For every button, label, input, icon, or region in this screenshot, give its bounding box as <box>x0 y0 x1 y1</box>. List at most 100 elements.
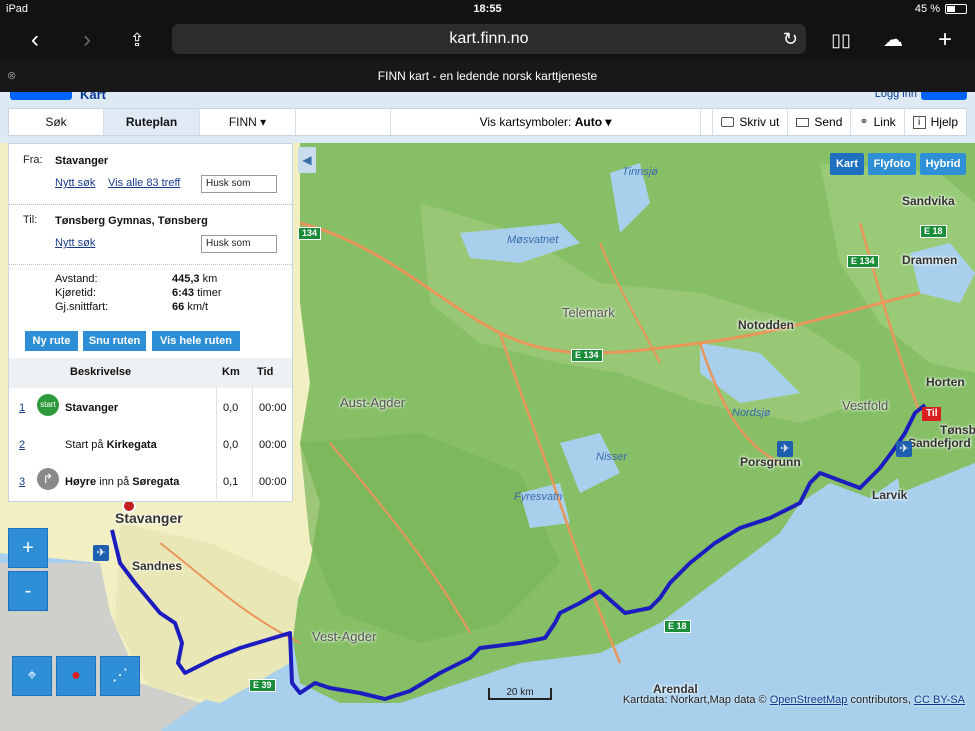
login-link[interactable]: Logg inn <box>875 92 917 100</box>
step-km: 0,0 <box>223 402 239 414</box>
to-label: Til: <box>23 214 38 226</box>
show-full-route-button[interactable]: Vis hele ruten <box>152 331 240 351</box>
link-button[interactable]: ⚭ Link <box>850 109 903 135</box>
license-link[interactable]: CC BY-SA <box>914 694 965 706</box>
osm-link[interactable]: OpenStreetMap <box>770 694 848 706</box>
help-button[interactable]: i Hjelp <box>903 109 966 135</box>
map-type-hybrid[interactable]: Hybrid <box>920 153 966 175</box>
distance-value: 445,3 km <box>172 273 218 285</box>
from-label: Fra: <box>23 154 43 166</box>
site-header: Kart Logg inn <box>0 92 975 106</box>
new-route-button[interactable]: Ny rute <box>25 331 78 351</box>
place-label: Stavanger <box>115 510 183 526</box>
link-icon: ⚭ <box>859 116 869 128</box>
step-number[interactable]: 3 <box>19 476 25 488</box>
to-place: Tønsberg Gymnas, Tønsberg <box>55 215 208 227</box>
send-button[interactable]: Send <box>787 109 850 135</box>
add-marker-button[interactable]: ● <box>56 656 96 696</box>
col-time: Tid <box>257 366 274 378</box>
road-shield: E 18 <box>920 225 947 238</box>
help-label: Hjelp <box>930 115 958 129</box>
share-icon[interactable]: ⇪ <box>122 26 152 54</box>
tab-title[interactable]: FINN kart - en ledende norsk karttjenest… <box>378 69 597 83</box>
road-shield: 134 <box>298 227 322 240</box>
road-shield: E 18 <box>664 620 691 633</box>
tab-bar: ⊗ FINN kart - en ledende norsk karttjene… <box>0 60 975 92</box>
place-label: Sandvika <box>902 194 955 208</box>
close-tab-icon[interactable]: ⊗ <box>7 60 16 92</box>
tab-route-plan[interactable]: Ruteplan <box>104 109 200 135</box>
back-icon[interactable]: ‹ <box>20 26 50 54</box>
place-label: Sandnes <box>132 559 183 573</box>
airport-icon: ✈ <box>896 441 912 457</box>
step-time: 00:00 <box>259 476 287 488</box>
finn-logo-small[interactable] <box>921 92 967 100</box>
place-label: Tønsb <box>940 423 975 437</box>
tab-search[interactable]: Søk <box>9 109 104 135</box>
destination-marker[interactable]: Til <box>922 407 942 421</box>
col-description: Beskrivelse <box>70 366 132 378</box>
region-label: Vest-Agder <box>312 629 377 644</box>
show-all-results-link[interactable]: Vis alle 83 treff <box>108 177 180 189</box>
road-shield: E 134 <box>571 349 603 362</box>
map-symbols-value: Auto ▾ <box>574 115 612 129</box>
pin-icon: ● <box>71 667 81 684</box>
map-symbols-select[interactable]: Vis kartsymboler: Auto ▾ <box>391 109 701 135</box>
help-icon: i <box>912 115 926 129</box>
col-km: Km <box>222 366 240 378</box>
measure-button[interactable]: ⋰ <box>100 656 140 696</box>
step-km: 0,0 <box>223 439 239 451</box>
from-new-search-link[interactable]: Nytt søk <box>55 177 95 189</box>
reload-icon[interactable]: ↻ <box>783 24 798 54</box>
route-step[interactable]: 1 start Stavanger 0,0 00:00 <box>9 388 292 425</box>
region-label: Vestfold <box>842 398 889 413</box>
remember-to-field[interactable]: Husk som <box>201 235 277 253</box>
step-description: Stavanger <box>65 402 119 414</box>
step-km: 0,1 <box>223 476 239 488</box>
airport-icon: ✈ <box>93 545 109 561</box>
battery-icon <box>945 4 967 14</box>
to-new-search-link[interactable]: Nytt søk <box>55 237 95 249</box>
status-right: 45 % <box>915 3 967 15</box>
reverse-route-button[interactable]: Snu ruten <box>83 331 146 351</box>
place-label: Drammen <box>902 253 958 267</box>
cloud-tabs-icon[interactable]: ☁ <box>878 26 908 54</box>
step-description: Start på Kirkegata <box>65 439 157 451</box>
forward-icon[interactable]: › <box>72 26 102 54</box>
map-type-aerial[interactable]: Flyfoto <box>868 153 916 175</box>
locate-me-button[interactable]: ⌖ <box>12 656 52 696</box>
speed-label: Gj.snittfart: <box>55 301 109 313</box>
water-label: Nisser <box>596 451 628 463</box>
zoom-in-button[interactable]: + <box>8 528 48 568</box>
step-number[interactable]: 1 <box>19 402 25 414</box>
send-label: Send <box>814 115 843 129</box>
address-bar[interactable]: kart.finn.no ↻ <box>172 24 806 54</box>
route-step[interactable]: 3 ↱ Høyre inn på Søregata 0,1 00:00 <box>9 462 292 499</box>
map-symbols-label: Vis kartsymboler: <box>479 115 572 129</box>
finn-logo[interactable] <box>10 92 72 100</box>
browser-toolbar: ‹ › ⇪ kart.finn.no ↻ ▯▯ ☁ + <box>0 20 975 60</box>
web-page: Kart Logg inn Søk Ruteplan FINN ▾ Vis ka… <box>0 92 975 731</box>
tab-finn[interactable]: FINN ▾ <box>200 109 296 135</box>
collapse-panel-icon[interactable]: ◀ <box>298 147 316 173</box>
step-number[interactable]: 2 <box>19 439 25 451</box>
place-label: Sandefjord <box>908 436 971 450</box>
route-step[interactable]: 2 Start på Kirkegata 0,0 00:00 <box>9 425 292 462</box>
print-button[interactable]: Skriv ut <box>712 109 787 135</box>
zoom-out-button[interactable]: - <box>8 571 48 611</box>
speed-value: 66 km/t <box>172 301 209 313</box>
ipad-screen: iPad 18:55 45 % ‹ › ⇪ kart.finn.no ↻ ▯▯ … <box>0 0 975 731</box>
from-place: Stavanger <box>55 155 109 167</box>
status-bar: iPad 18:55 45 % <box>0 0 975 20</box>
bookmarks-icon[interactable]: ▯▯ <box>826 26 856 54</box>
new-tab-icon[interactable]: + <box>930 26 960 54</box>
attribution-middle: contributors, <box>850 694 911 706</box>
scale-bar: 20 km <box>488 688 552 700</box>
attribution-prefix: Kartdata: Norkart,Map data © <box>622 694 767 706</box>
url-text: kart.finn.no <box>449 30 529 47</box>
place-label: Larvik <box>872 488 908 502</box>
route-panel: Fra: Stavanger Nytt søk Vis alle 83 tref… <box>8 143 293 502</box>
crosshair-icon: ⌖ <box>27 667 37 684</box>
map-type-kart[interactable]: Kart <box>830 153 864 175</box>
remember-from-field[interactable]: Husk som <box>201 175 277 193</box>
